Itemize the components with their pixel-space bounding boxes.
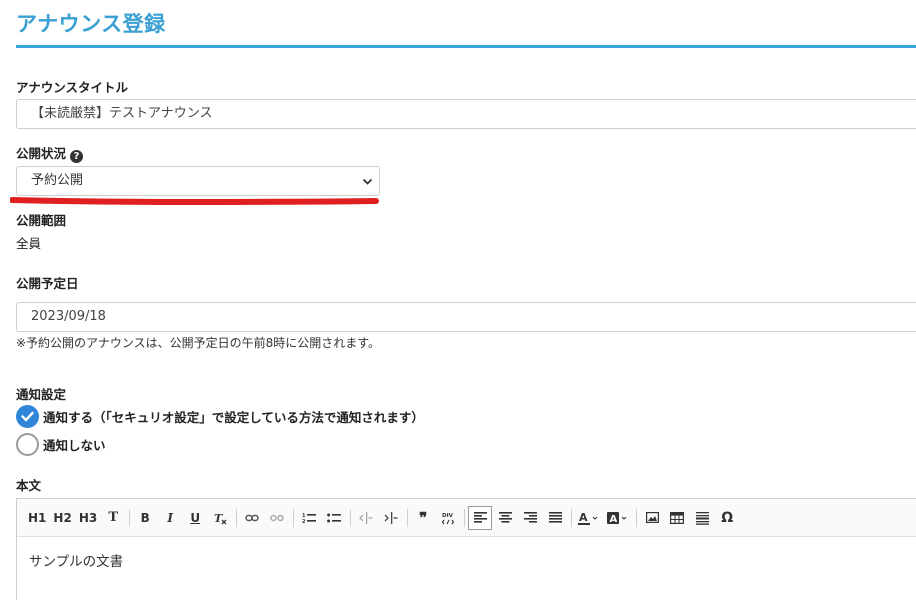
svg-text:2: 2 xyxy=(302,519,306,524)
notify-off-label: 通知しない xyxy=(43,438,106,453)
toolbar-divider xyxy=(236,508,238,527)
toolbar-divider xyxy=(350,508,352,527)
align-justify-icon[interactable] xyxy=(543,506,567,530)
chevron-down-icon xyxy=(362,178,373,185)
title-input[interactable]: 【未読厳禁】テストアナウンス xyxy=(16,99,916,129)
publish-scope-label: 公開範囲 xyxy=(16,213,67,228)
svg-text:A: A xyxy=(610,514,618,525)
ordered-list-icon[interactable]: 12 xyxy=(297,506,321,530)
editor-toolbar: H1 H2 H3 T B I U T 12 ❞ DIV A A Ω xyxy=(17,499,916,537)
body-label: 本文 xyxy=(16,478,42,493)
svg-text:A: A xyxy=(579,511,588,524)
publish-date-label: 公開予定日 xyxy=(16,276,79,291)
notify-radio-on[interactable]: 通知する（「セキュリオ設定」で設定している方法で通知されます） xyxy=(16,405,424,428)
blockquote-icon[interactable]: ❞ xyxy=(411,506,435,530)
notify-radio-off[interactable]: 通知しない xyxy=(16,433,106,456)
title-field-label: アナウンスタイトル xyxy=(16,80,129,95)
svg-text:T: T xyxy=(214,512,223,525)
red-annotation-line xyxy=(10,197,379,206)
rich-text-editor[interactable]: H1 H2 H3 T B I U T 12 ❞ DIV A A Ω サンプルの文… xyxy=(16,498,916,600)
publish-status-label-text: 公開状況 xyxy=(16,146,67,161)
indent-icon[interactable] xyxy=(379,506,403,530)
div-icon[interactable]: DIV xyxy=(436,506,460,530)
align-right-icon[interactable] xyxy=(518,506,542,530)
clear-format-icon[interactable]: T xyxy=(208,506,232,530)
title-divider xyxy=(16,45,916,48)
toolbar-divider xyxy=(293,508,295,527)
align-left-icon[interactable] xyxy=(468,505,493,530)
toolbar-divider xyxy=(464,508,466,527)
publish-status-select[interactable]: 予約公開 xyxy=(16,166,380,196)
link-icon[interactable] xyxy=(240,506,264,530)
toolbar-divider xyxy=(571,508,573,527)
horizontal-rule-icon[interactable] xyxy=(690,506,714,530)
h1-button[interactable]: H1 xyxy=(25,506,49,530)
underline-button[interactable]: U xyxy=(183,506,207,530)
image-icon[interactable] xyxy=(640,506,664,530)
checkmark-icon xyxy=(16,405,39,428)
outdent-icon[interactable] xyxy=(354,506,378,530)
bold-button[interactable]: B xyxy=(133,506,157,530)
publish-scope-value: 全員 xyxy=(16,236,42,251)
radio-empty-icon xyxy=(16,433,39,456)
publish-date-input[interactable]: 2023/09/18 xyxy=(16,302,916,332)
page-title: アナウンス登録 xyxy=(16,12,166,36)
notification-label: 通知設定 xyxy=(16,387,67,402)
bullet-list-icon[interactable] xyxy=(322,506,346,530)
publish-status-label: 公開状況? xyxy=(16,143,84,163)
help-icon[interactable]: ? xyxy=(70,150,84,163)
editor-content[interactable]: サンプルの文書 xyxy=(17,537,916,583)
special-char-icon[interactable]: Ω xyxy=(715,506,739,530)
publish-status-selected: 予約公開 xyxy=(31,173,84,188)
background-color-icon[interactable]: A xyxy=(604,506,632,530)
toolbar-divider xyxy=(129,508,131,527)
svg-text:DIV: DIV xyxy=(442,513,454,519)
toolbar-divider xyxy=(407,508,409,527)
text-color-icon[interactable]: A xyxy=(575,506,603,530)
unlink-icon[interactable] xyxy=(265,506,289,530)
h2-button[interactable]: H2 xyxy=(50,506,74,530)
toolbar-divider xyxy=(636,508,638,527)
publish-date-note: ※予約公開のアナウンスは、公開予定日の午前8時に公開されます。 xyxy=(16,336,381,350)
italic-button[interactable]: I xyxy=(158,506,182,530)
align-center-icon[interactable] xyxy=(493,506,517,530)
h3-button[interactable]: H3 xyxy=(76,506,100,530)
text-button[interactable]: T xyxy=(101,506,125,530)
table-icon[interactable] xyxy=(665,506,689,530)
notify-on-label: 通知する（「セキュリオ設定」で設定している方法で通知されます） xyxy=(43,410,424,425)
